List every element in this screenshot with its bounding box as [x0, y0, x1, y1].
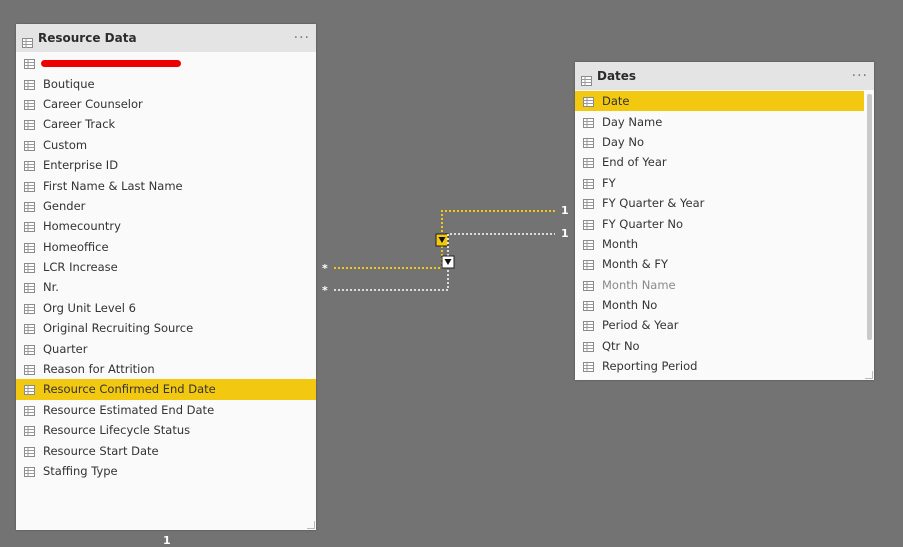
cardinality-one-bottom: 1: [163, 534, 171, 547]
cardinality-one-inactive: 1: [561, 227, 569, 240]
relationship-lines: [334, 210, 555, 291]
cardinality-many-active: *: [322, 262, 328, 275]
cardinality-one-active: 1: [561, 204, 569, 217]
cardinality-many-inactive: *: [322, 284, 328, 297]
